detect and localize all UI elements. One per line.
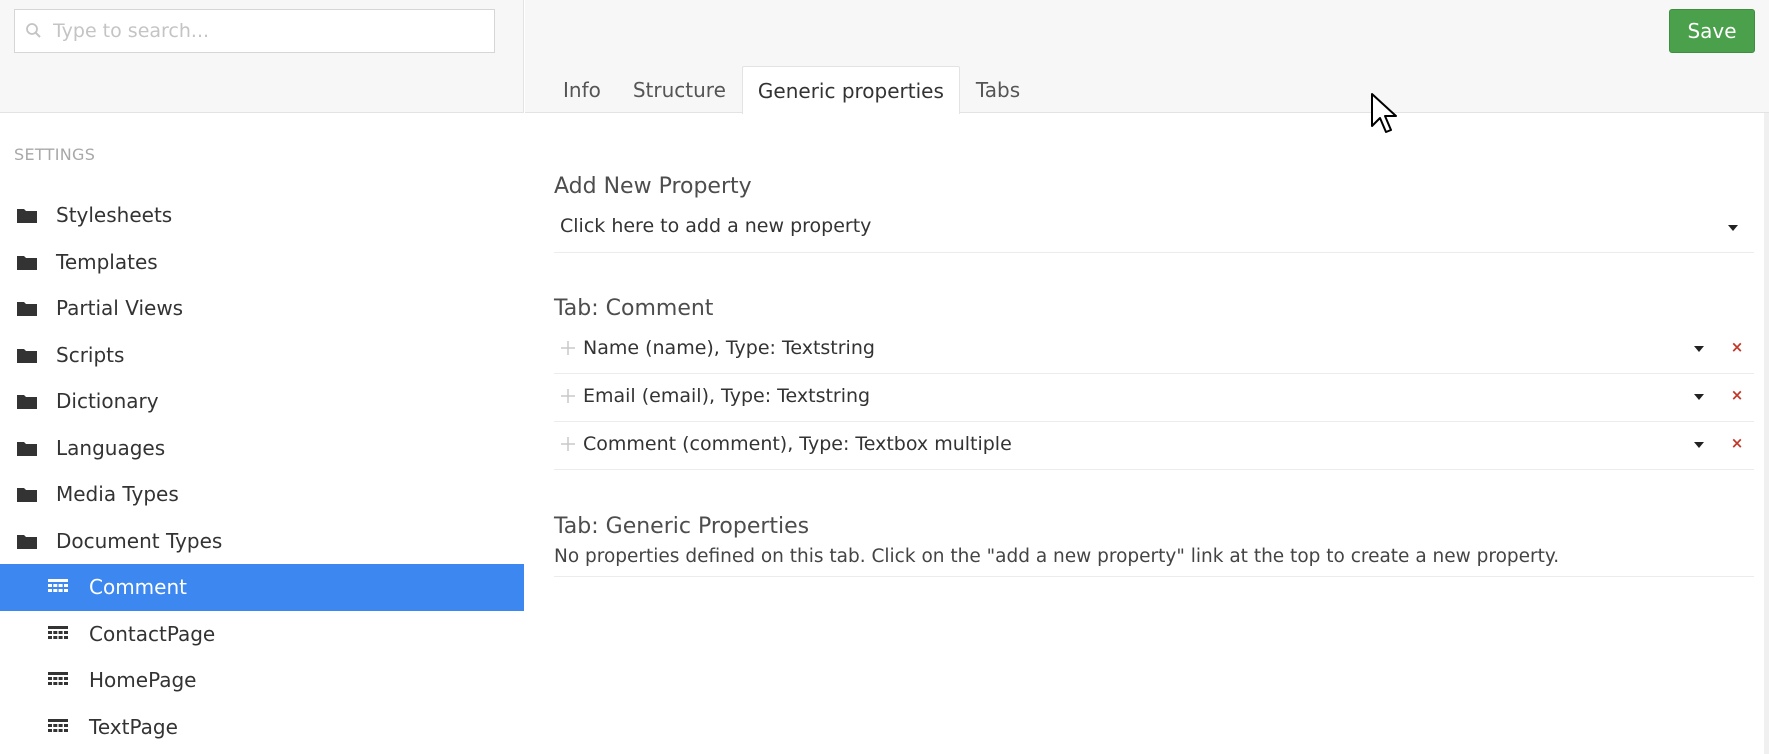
tree-item-document-types[interactable]: Document Types xyxy=(0,518,524,565)
tree-item-languages[interactable]: Languages xyxy=(0,425,524,472)
tree-item-homepage[interactable]: HomePage xyxy=(0,657,524,704)
property-row: Comment (comment), Type: Textbox multipl… xyxy=(554,422,1754,470)
chevron-down-icon[interactable] xyxy=(1694,394,1704,400)
tree-item-label: Media Types xyxy=(56,482,179,507)
property-row: Email (email), Type: Textstring × xyxy=(554,374,1754,422)
tab-info[interactable]: Info xyxy=(547,66,617,113)
tab-comment-heading: Tab: Comment xyxy=(554,296,714,321)
chevron-down-icon[interactable] xyxy=(1694,346,1704,352)
folder-icon xyxy=(17,348,37,363)
folder-icon xyxy=(17,441,37,456)
chevron-down-icon xyxy=(1728,225,1738,231)
tree-item-label: Languages xyxy=(56,435,166,460)
tree-item-label: ContactPage xyxy=(89,621,216,646)
tree-item-scripts[interactable]: Scripts xyxy=(0,332,524,379)
delete-icon[interactable]: × xyxy=(1727,383,1747,407)
tab-structure[interactable]: Structure xyxy=(617,66,742,113)
settings-tree: Stylesheets Templates Partial Views Scri… xyxy=(0,192,524,750)
tree-item-dictionary[interactable]: Dictionary xyxy=(0,378,524,425)
sidebar: SETTINGS Stylesheets Templates Partial V… xyxy=(0,0,524,754)
app-root: SETTINGS Stylesheets Templates Partial V… xyxy=(0,0,1769,754)
document-type-icon xyxy=(48,718,68,732)
tree-item-label: Partial Views xyxy=(56,296,184,321)
tree-item-templates[interactable]: Templates xyxy=(0,239,524,286)
property-row: Name (name), Type: Textstring × xyxy=(554,326,1754,374)
tree-item-textpage[interactable]: TextPage xyxy=(0,704,524,751)
tree-item-label: Scripts xyxy=(56,342,125,367)
search-input[interactable] xyxy=(53,10,483,52)
divider xyxy=(554,576,1754,577)
delete-icon[interactable]: × xyxy=(1727,431,1747,455)
drag-handle-icon[interactable] xyxy=(560,436,576,452)
drag-handle-icon[interactable] xyxy=(560,388,576,404)
tab-generic-properties[interactable]: Generic properties xyxy=(741,66,960,114)
tree-item-stylesheets[interactable]: Stylesheets xyxy=(0,192,524,239)
section-title: SETTINGS xyxy=(14,145,96,164)
folder-icon xyxy=(17,209,37,224)
tree-item-label: HomePage xyxy=(89,668,197,693)
property-text: Name (name), Type: Textstring xyxy=(583,337,875,359)
add-property-dropdown-text: Click here to add a new property xyxy=(560,215,872,237)
scrollbar[interactable] xyxy=(1764,113,1769,754)
folder-icon xyxy=(17,395,37,410)
tree-item-partial-views[interactable]: Partial Views xyxy=(0,285,524,332)
add-property-dropdown[interactable]: Click here to add a new property xyxy=(554,203,1754,253)
tab-bar: Info Structure Generic properties Tabs xyxy=(547,66,1036,114)
tree-item-label: Dictionary xyxy=(56,389,159,414)
tree-item-label: TextPage xyxy=(89,714,178,739)
tree-item-label: Document Types xyxy=(56,528,223,553)
tab-tabs[interactable]: Tabs xyxy=(960,66,1036,113)
tree-item-label: Stylesheets xyxy=(56,203,173,228)
mouse-cursor-icon xyxy=(1371,93,1397,133)
document-type-icon xyxy=(48,625,68,639)
tree-item-label: Comment xyxy=(89,575,187,600)
empty-tab-message: No properties defined on this tab. Click… xyxy=(554,546,1560,567)
editor-header: Save Info Structure Generic properties T… xyxy=(525,0,1769,114)
tree-item-comment[interactable]: Comment xyxy=(0,564,524,611)
drag-handle-icon[interactable] xyxy=(560,340,576,356)
tree-item-media-types[interactable]: Media Types xyxy=(0,471,524,518)
document-type-icon xyxy=(48,672,68,686)
folder-icon xyxy=(17,488,37,503)
property-text: Comment (comment), Type: Textbox multipl… xyxy=(583,433,1012,455)
folder-icon xyxy=(17,255,37,270)
save-button[interactable]: Save xyxy=(1669,9,1755,53)
chevron-down-icon[interactable] xyxy=(1694,442,1704,448)
folder-icon xyxy=(17,302,37,317)
main-panel: Save Info Structure Generic properties T… xyxy=(525,0,1769,754)
delete-icon[interactable]: × xyxy=(1727,335,1747,359)
tree-item-label: Templates xyxy=(56,249,158,274)
folder-icon xyxy=(17,534,37,549)
document-type-icon xyxy=(48,579,68,593)
add-property-heading: Add New Property xyxy=(554,174,752,199)
tree-item-contactpage[interactable]: ContactPage xyxy=(0,611,524,658)
editor-content: Add New Property Click here to add a new… xyxy=(525,114,1769,754)
search-box[interactable] xyxy=(14,9,495,53)
property-text: Email (email), Type: Textstring xyxy=(583,385,871,407)
tab-generic-heading: Tab: Generic Properties xyxy=(554,514,810,539)
search-icon xyxy=(26,23,41,38)
